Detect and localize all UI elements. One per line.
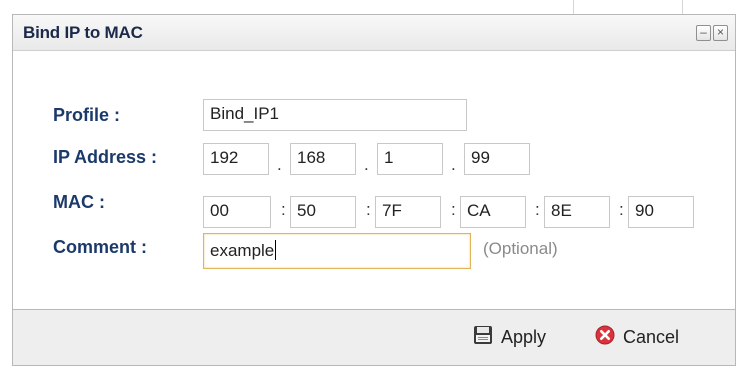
background-divider [573,0,574,14]
close-icon[interactable]: × [713,25,728,41]
mac-octet-4-input[interactable]: CA [460,196,526,228]
save-icon [473,325,493,350]
mac-separator: : [366,200,371,219]
ip-separator: . [451,155,456,174]
ip-address-label: IP Address : [53,147,158,167]
cancel-label: Cancel [623,327,680,347]
ip-octet-4-input[interactable]: 99 [464,143,530,175]
profile-label: Profile : [53,105,121,125]
mac-separator: : [281,200,286,219]
dialog-title: Bind IP to MAC [23,23,143,42]
mac-octet-6-input[interactable]: 90 [628,196,694,228]
background-divider [682,0,683,14]
ip-separator: . [364,155,369,174]
apply-button[interactable]: Apply [473,325,546,350]
mac-separator: : [451,200,456,219]
dialog-footer: Apply Cancel [13,309,735,365]
mac-octet-1-input[interactable]: 00 [203,196,271,228]
comment-label: Comment : [53,237,147,257]
ip-octet-2-input[interactable]: 168 [290,143,356,175]
cancel-button[interactable]: Cancel [595,325,679,350]
profile-input[interactable]: Bind_IP1 [203,99,467,131]
text-cursor [275,240,277,260]
comment-input[interactable]: example [203,233,471,269]
apply-label: Apply [501,327,547,347]
mac-octet-3-input[interactable]: 7F [375,196,441,228]
comment-optional-hint: (Optional) [483,239,558,258]
mac-separator: : [535,200,540,219]
dialog-titlebar: Bind IP to MAC – × [13,15,735,51]
mac-octet-5-input[interactable]: 8E [544,196,610,228]
bind-ip-to-mac-dialog: Bind IP to MAC – × Profile : Bind_IP1 IP… [12,14,736,366]
minimize-icon[interactable]: – [696,25,711,41]
ip-separator: . [277,155,282,174]
mac-label: MAC : [53,192,105,212]
cancel-icon [595,325,615,350]
ip-octet-1-input[interactable]: 192 [203,143,269,175]
mac-octet-2-input[interactable]: 50 [290,196,356,228]
ip-octet-3-input[interactable]: 1 [377,143,443,175]
comment-input-value: example [210,241,275,260]
mac-separator: : [619,200,624,219]
